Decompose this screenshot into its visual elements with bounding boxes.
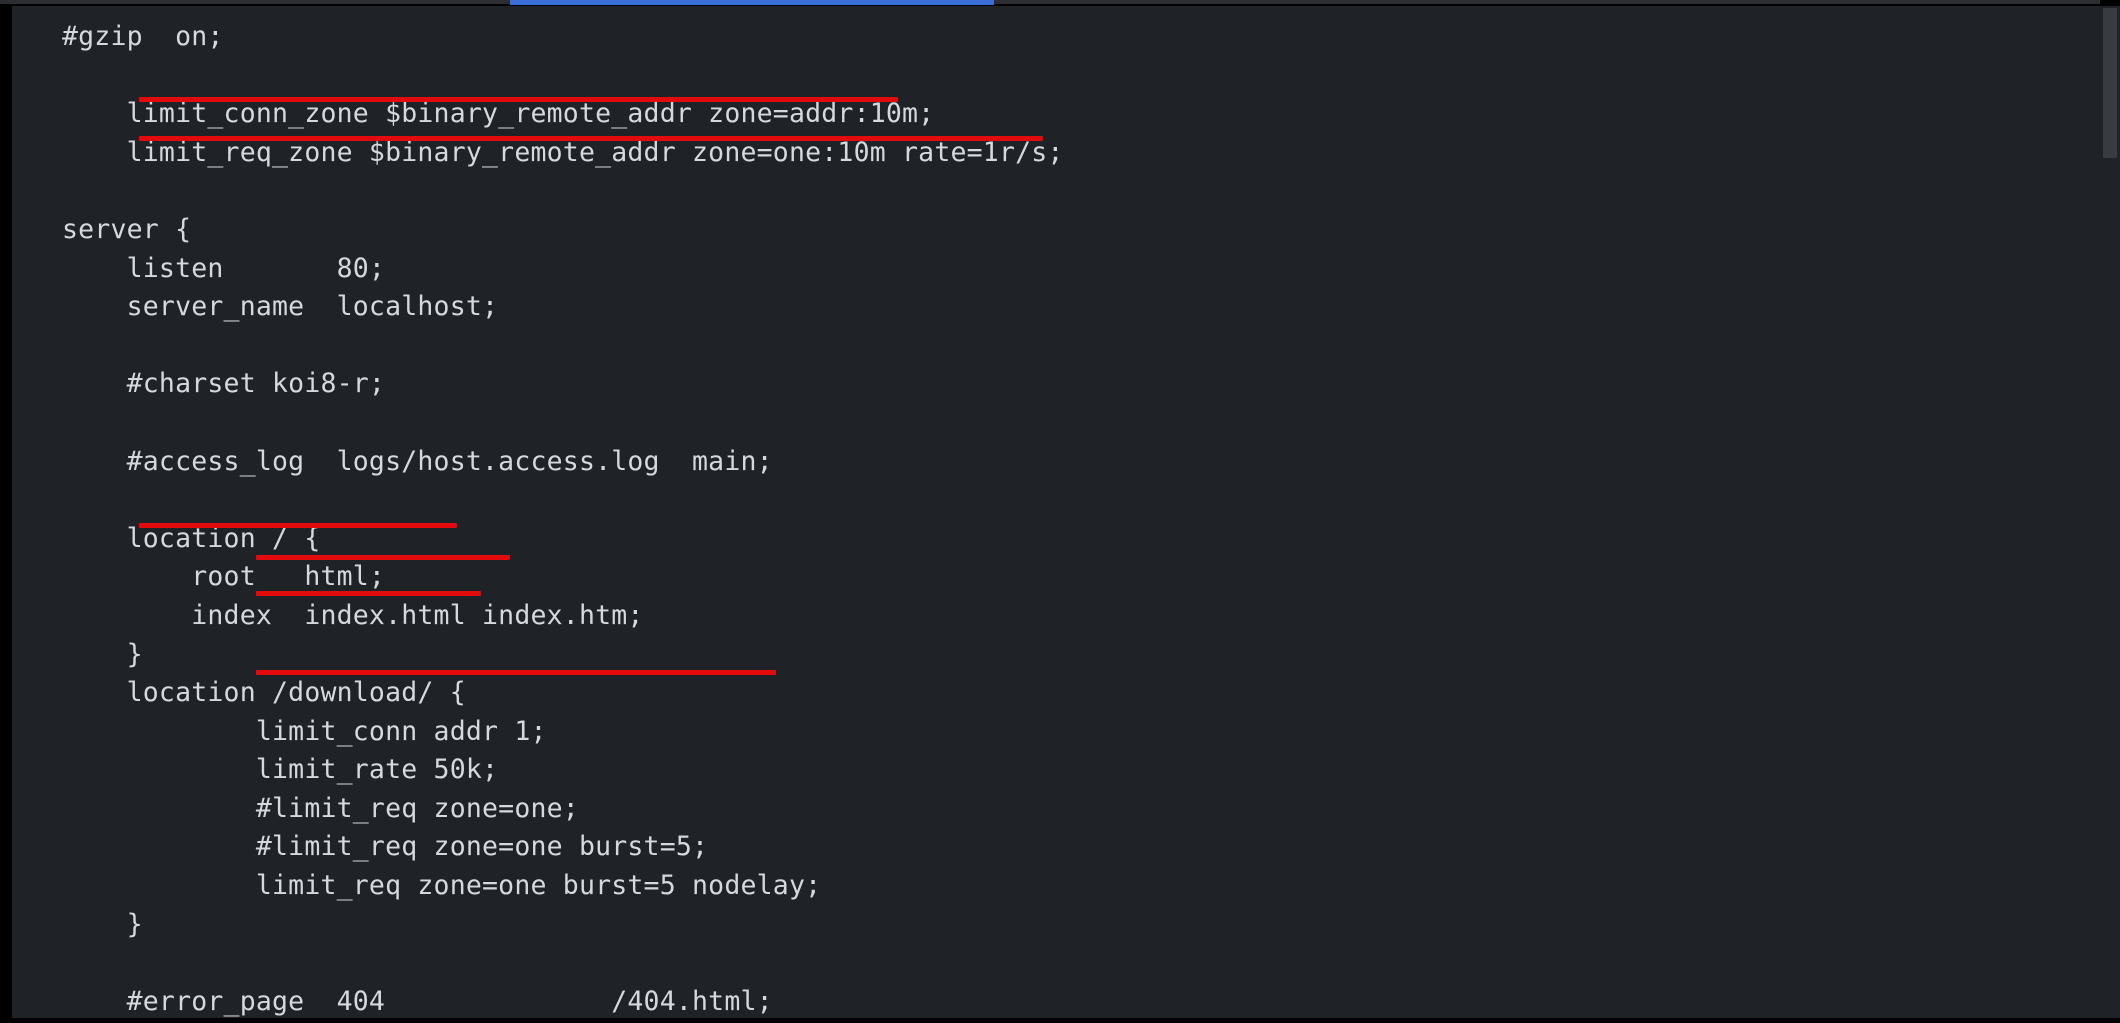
active-tab-indicator[interactable] <box>510 0 994 5</box>
code-line[interactable]: root html; <box>62 561 385 592</box>
editor-frame: #gzip on; limit_conn_zone $binary_remote… <box>0 0 2120 1023</box>
code-line[interactable]: limit_conn addr 1; <box>62 716 547 747</box>
code-line[interactable]: } <box>62 639 143 670</box>
annotation-underline <box>139 97 898 102</box>
code-line[interactable]: #limit_req zone=one; <box>62 793 579 824</box>
scrollbar-thumb[interactable] <box>2103 8 2117 158</box>
code-line[interactable]: server_name localhost; <box>62 291 498 322</box>
code-area[interactable]: #gzip on; limit_conn_zone $binary_remote… <box>12 6 2100 1018</box>
tab-rail <box>0 0 2100 4</box>
code-line[interactable]: limit_rate 50k; <box>62 754 498 785</box>
annotation-underline <box>139 523 457 528</box>
code-line[interactable]: #limit_req zone=one burst=5; <box>62 831 708 862</box>
scrollbar-track[interactable] <box>2100 6 2120 1018</box>
code-line[interactable]: #error_page 404 /404.html; <box>62 986 773 1017</box>
annotation-underline <box>256 670 776 675</box>
code-line[interactable]: #access_log logs/host.access.log main; <box>62 446 773 477</box>
annotation-underline <box>256 591 481 596</box>
code-line[interactable]: } <box>62 909 143 940</box>
code-line[interactable]: listen 80; <box>62 253 385 284</box>
code-line[interactable]: limit_req zone=one burst=5 nodelay; <box>62 870 821 901</box>
code-block[interactable]: #gzip on; limit_conn_zone $binary_remote… <box>12 6 2100 1018</box>
code-line[interactable]: #charset koi8-r; <box>62 368 385 399</box>
annotation-underline <box>256 555 510 560</box>
annotation-underline <box>139 136 1043 141</box>
code-line[interactable]: index index.html index.htm; <box>62 600 644 631</box>
code-line[interactable]: limit_conn_zone $binary_remote_addr zone… <box>62 98 934 129</box>
code-line[interactable]: limit_req_zone $binary_remote_addr zone=… <box>62 137 1064 168</box>
code-line[interactable]: #gzip on; <box>62 21 224 52</box>
code-line[interactable]: server { <box>62 214 191 245</box>
code-line[interactable]: location /download/ { <box>62 677 466 708</box>
